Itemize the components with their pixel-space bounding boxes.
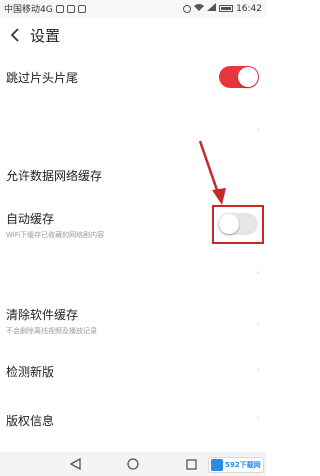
circle-home-icon (127, 458, 139, 470)
nav-recents-button[interactable] (185, 458, 197, 470)
clear-cache-label: 清除软件缓存 (6, 308, 79, 322)
chevron-right-icon: › (256, 414, 260, 423)
chevron-right-icon: › (256, 365, 260, 374)
setting-row-clear-cache[interactable]: 清除软件缓存 不会删除离线视频及播放记录 (0, 306, 266, 336)
chevron-right-icon: › (256, 268, 260, 277)
check-update-label: 检测新版 (6, 365, 55, 379)
watermark-logo-icon (211, 459, 223, 471)
square-recents-icon (185, 458, 197, 470)
nav-home-button[interactable] (127, 458, 139, 470)
annotation-arrow-icon (198, 140, 226, 205)
copyright-label: 版权信息 (6, 414, 55, 428)
watermark-text: 592下载网 (225, 461, 261, 469)
triangle-back-icon (69, 458, 81, 470)
chevron-right-icon: › (256, 320, 260, 329)
setting-row-check-update[interactable]: 检测新版 (0, 363, 266, 380)
setting-row-copyright[interactable]: 版权信息 (0, 412, 266, 429)
clear-cache-description: 不会删除离线视频及播放记录 (6, 327, 97, 335)
site-watermark: 592下载网 (208, 457, 264, 473)
nav-back-button[interactable] (69, 458, 81, 470)
